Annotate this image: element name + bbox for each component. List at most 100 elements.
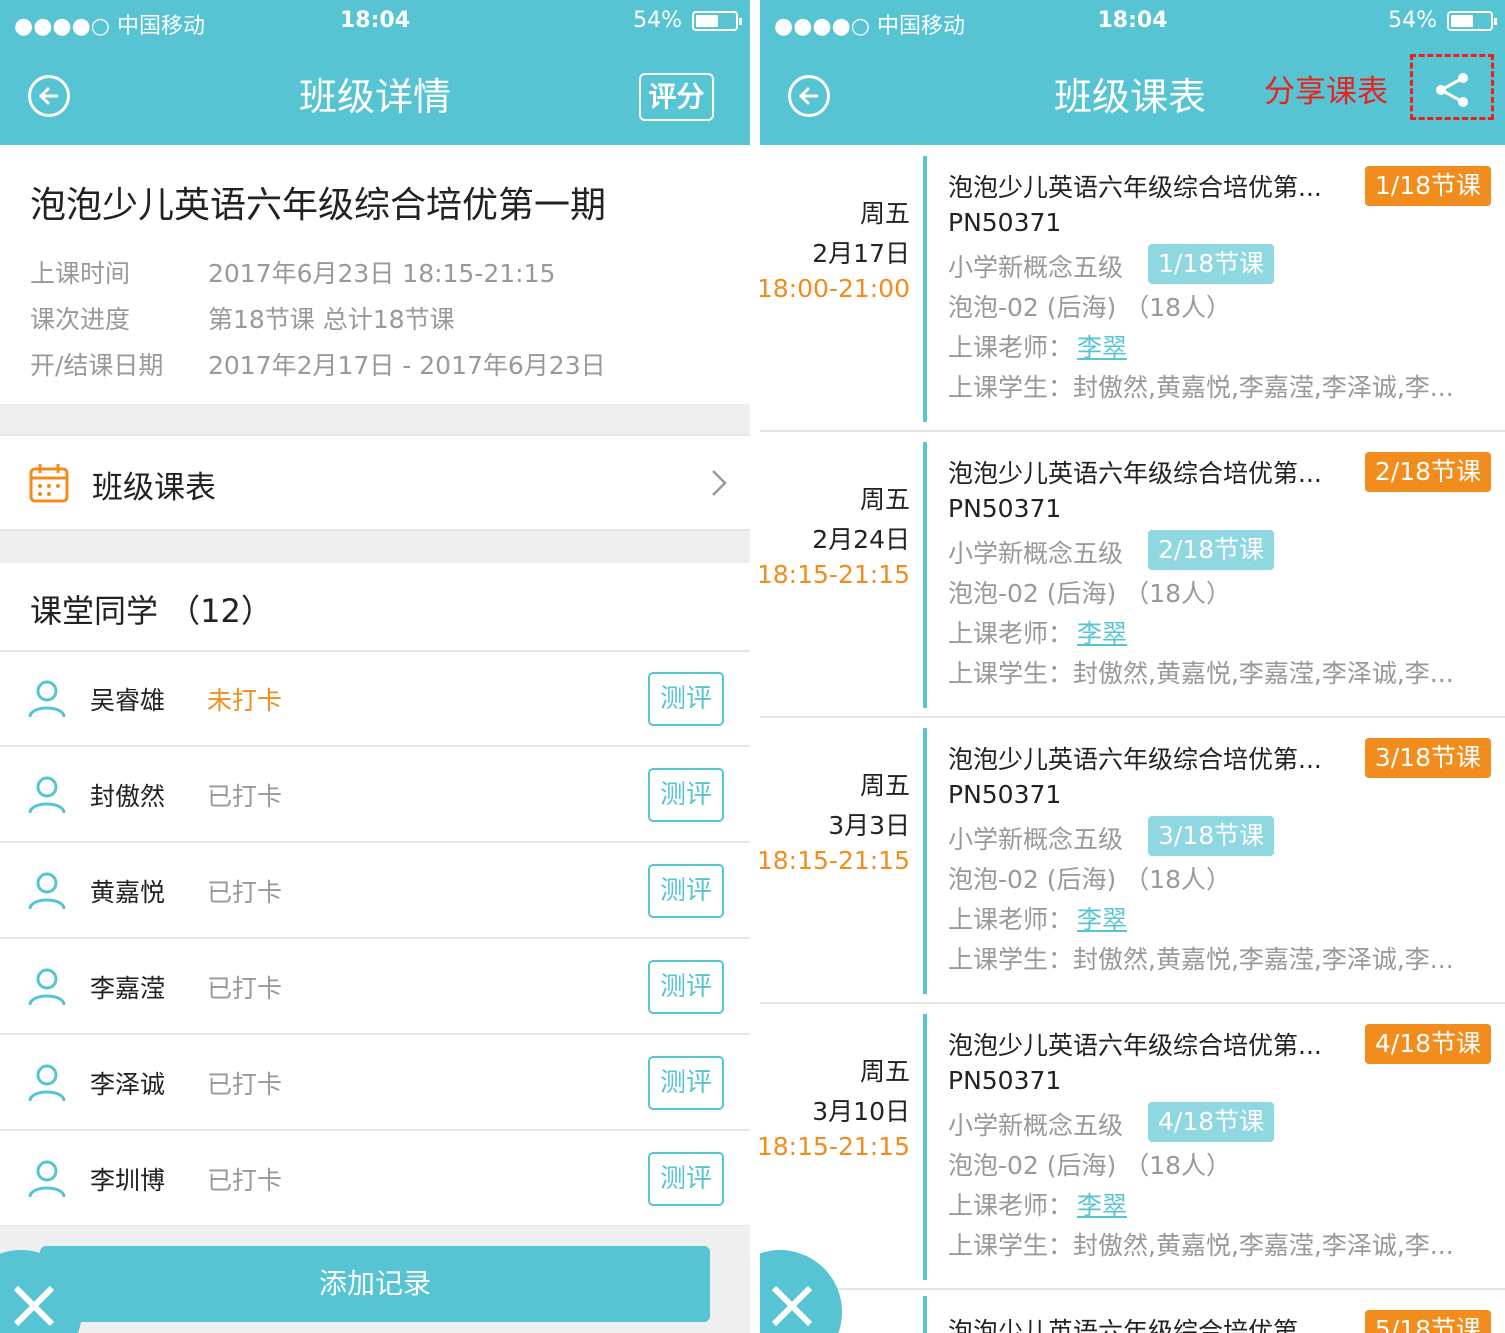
battery-fill xyxy=(696,14,718,27)
students-label: 上课学生： xyxy=(948,1231,1074,1260)
student-row: 黄嘉悦 已打卡 测评 xyxy=(0,844,750,938)
info-value: 第18节课 总计18节课 xyxy=(208,305,455,334)
course-progress-badge: 1/18节课 xyxy=(1148,244,1275,284)
evaluate-button[interactable]: 测评 xyxy=(648,672,724,726)
lesson-code: PN50371 xyxy=(948,494,1062,523)
user-icon xyxy=(28,1064,66,1102)
battery-icon xyxy=(692,10,742,31)
lesson-card[interactable]: 周五 3月10日 18:15-21:15 泡泡少儿英语六年级综合培优第... 4/18节… xyxy=(760,1004,1505,1290)
evaluate-button[interactable]: 测评 xyxy=(648,1056,724,1110)
class-schedule-link[interactable]: 班级课表 xyxy=(0,436,750,530)
battery-percent: 54% xyxy=(1388,8,1437,33)
lesson-course-name: 小学新概念五级 xyxy=(948,1111,1124,1140)
checkin-status: 已打卡 xyxy=(207,974,283,1003)
timeline-line xyxy=(923,1014,927,1280)
students-list: 封傲然,黄嘉悦,李嘉滢,李泽诚,李... xyxy=(1073,373,1454,402)
checkin-status: 已打卡 xyxy=(207,1070,283,1099)
lesson-teacher: 上课老师： 李翠 xyxy=(948,900,1127,936)
info-row-progress: 课次进度 第18节课 总计18节课 xyxy=(30,300,455,336)
status-bar: ●●●●○ 中国移动 18:04 54% xyxy=(0,0,750,44)
timeline-line xyxy=(923,442,927,708)
students-label: 上课学生： xyxy=(948,945,1074,974)
lesson-progress-badge: 3/18节课 xyxy=(1364,738,1491,778)
student-row: 封傲然 已打卡 测评 xyxy=(0,748,750,842)
lesson-course-name: 小学新概念五级 xyxy=(948,539,1124,568)
lesson-title: 泡泡少儿英语六年级综合培优第... xyxy=(948,1031,1322,1060)
lesson-course-name: 小学新概念五级 xyxy=(948,253,1124,282)
lesson-time: 18:15-21:15 xyxy=(760,846,910,875)
nav-bar: ●●●●○ 中国移动 18:04 54% 班级详情 评分 xyxy=(0,0,750,145)
teacher-name-link[interactable]: 李翠 xyxy=(1077,333,1127,362)
class-detail-screen: ●●●●○ 中国移动 18:04 54% 班级详情 评分 泡泡少儿英语六年级综合… xyxy=(0,0,750,1333)
lesson-students: 上课学生：封傲然,黄嘉悦,李嘉滢,李泽诚,李... xyxy=(948,654,1478,690)
teacher-name-link[interactable]: 李翠 xyxy=(1077,905,1127,934)
status-bar: ●●●●○ 中国移动 18:04 54% xyxy=(760,0,1505,44)
teacher-label: 上课老师： xyxy=(948,333,1074,362)
checkin-status: 已打卡 xyxy=(207,782,283,811)
lesson-weekday: 周五 xyxy=(859,771,910,800)
lesson-students: 上课学生：封傲然,黄嘉悦,李嘉滢,李泽诚,李... xyxy=(948,368,1478,404)
lesson-time: 18:15-21:15 xyxy=(760,1132,910,1161)
course-title: 泡泡少儿英语六年级综合培优第一期 xyxy=(30,185,607,226)
class-schedule-screen: ●●●●○ 中国移动 18:04 54% 班级课表 分享课表 周五 2月17日 18… xyxy=(760,0,1505,1333)
teacher-label: 上课老师： xyxy=(948,905,1074,934)
lesson-card-partial[interactable]: 泡泡少儿英语六年级综合培优第... 5/18节课 xyxy=(760,1290,1505,1333)
rate-button[interactable]: 评分 xyxy=(639,73,714,121)
lesson-teacher: 上课老师： 李翠 xyxy=(948,1186,1127,1222)
lesson-teacher: 上课老师： 李翠 xyxy=(948,328,1127,364)
student-name: 封傲然 xyxy=(90,782,166,811)
lesson-date: 2月17日 xyxy=(812,239,910,268)
checkin-status: 已打卡 xyxy=(207,1166,283,1195)
lesson-card[interactable]: 周五 2月17日 18:00-21:00 泡泡少儿英语六年级综合培优第... 1/18节… xyxy=(760,146,1505,432)
evaluate-button[interactable]: 测评 xyxy=(648,768,724,822)
share-icon xyxy=(1436,73,1468,107)
share-schedule-label: 分享课表 xyxy=(1264,74,1388,110)
lesson-time: 18:15-21:15 xyxy=(760,560,910,589)
course-progress-badge: 3/18节课 xyxy=(1148,816,1275,856)
student-name: 李泽诚 xyxy=(90,1070,166,1099)
lesson-card[interactable]: 周五 2月24日 18:15-21:15 泡泡少儿英语六年级综合培优第... 2/18节… xyxy=(760,432,1505,718)
evaluate-button[interactable]: 测评 xyxy=(648,1152,724,1206)
divider xyxy=(0,745,750,747)
student-name: 李嘉滢 xyxy=(90,974,166,1003)
students-list: 封傲然,黄嘉悦,李嘉滢,李泽诚,李... xyxy=(1073,1231,1454,1260)
lesson-card[interactable]: 周五 3月3日 18:15-21:15 泡泡少儿英语六年级综合培优第... 3/18节课… xyxy=(760,718,1505,1004)
divider xyxy=(0,937,750,939)
info-label: 上课时间 xyxy=(30,259,131,288)
lesson-code: PN50371 xyxy=(948,208,1062,237)
students-label: 上课学生： xyxy=(948,373,1074,402)
status-right: 54% xyxy=(1388,8,1497,33)
lesson-room: 泡泡-02 (后海) （18人） xyxy=(948,865,1232,894)
divider xyxy=(0,841,750,843)
close-icon xyxy=(13,1285,55,1327)
student-name: 李圳博 xyxy=(90,1166,166,1195)
user-icon xyxy=(28,1160,66,1198)
share-button[interactable] xyxy=(1410,54,1494,120)
lesson-date: 3月3日 xyxy=(828,811,910,840)
checkin-status: 未打卡 xyxy=(207,686,283,715)
add-record-button[interactable]: 添加记录 xyxy=(40,1246,710,1322)
lesson-room: 泡泡-02 (后海) （18人） xyxy=(948,1151,1232,1180)
calendar-icon xyxy=(29,464,69,503)
student-row: 吴睿雄 未打卡 测评 xyxy=(0,652,750,746)
evaluate-button[interactable]: 测评 xyxy=(648,960,724,1014)
lesson-room: 泡泡-02 (后海) （18人） xyxy=(948,293,1232,322)
lesson-title: 泡泡少儿英语六年级综合培优第... xyxy=(948,459,1322,488)
teacher-name-link[interactable]: 李翠 xyxy=(1077,1191,1127,1220)
user-icon xyxy=(28,872,66,910)
user-icon xyxy=(28,680,66,718)
lesson-progress-badge: 1/18节课 xyxy=(1364,166,1491,206)
divider xyxy=(0,1033,750,1035)
student-row: 李泽诚 已打卡 测评 xyxy=(0,1036,750,1130)
lesson-weekday: 周五 xyxy=(859,1057,910,1086)
teacher-label: 上课老师： xyxy=(948,1191,1074,1220)
page-title: 班级详情 xyxy=(298,75,451,119)
evaluate-button[interactable]: 测评 xyxy=(648,864,724,918)
lesson-teacher: 上课老师： 李翠 xyxy=(948,614,1127,650)
nav-bar: ●●●●○ 中国移动 18:04 54% 班级课表 分享课表 xyxy=(760,0,1505,145)
close-icon xyxy=(771,1285,813,1327)
info-value: 2017年6月23日 18:15-21:15 xyxy=(208,259,556,288)
info-row-dates: 开/结课日期 2017年2月17日 - 2017年6月23日 xyxy=(30,346,606,382)
teacher-name-link[interactable]: 李翠 xyxy=(1077,619,1127,648)
checkin-status: 已打卡 xyxy=(207,878,283,907)
